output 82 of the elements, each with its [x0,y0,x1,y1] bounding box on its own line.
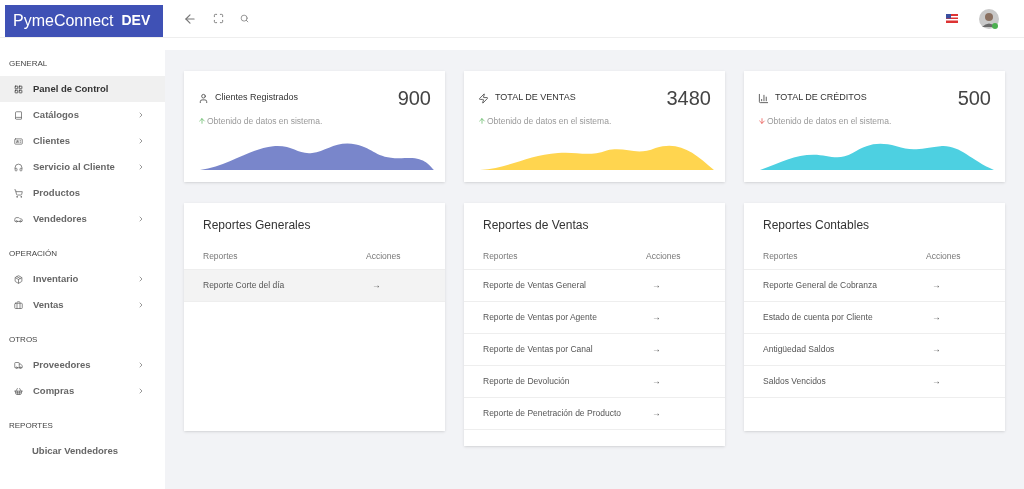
box-icon [14,274,23,284]
user-icon [198,92,209,104]
sidebar-item[interactable]: Inventario [0,266,165,292]
search-icon[interactable] [240,14,249,23]
sidebar-item[interactable]: Ventas [0,292,165,318]
section-heading: OTROS [8,334,39,346]
table-row[interactable]: Estado de cuenta por Cliente → [744,301,1005,334]
cart-icon [14,188,23,198]
back-icon[interactable] [183,11,197,26]
sidebar-item[interactable]: Proveedores [0,352,165,378]
column-header: Reportes [763,250,799,263]
action-link[interactable]: → [646,406,706,420]
stat-value: 3480 [666,86,711,111]
headphones-icon [14,162,23,172]
column-header: Acciones [366,250,402,263]
section-heading: GENERAL [8,58,49,70]
report-name: Reporte General de Cobranza [763,278,878,292]
sidebar-item[interactable]: Catálogos [0,102,165,128]
grid-icon [14,84,23,94]
card-title: Reportes Contables [762,217,871,234]
action-link[interactable]: → [926,310,986,324]
stat-title: Clientes Registrados [215,91,299,105]
sidebar-item[interactable]: Servicio al Cliente [0,154,165,180]
action-link[interactable]: → [926,374,986,388]
sidebar-item[interactable]: Ubicar Vendedores [0,438,165,464]
stat-value: 900 [397,86,431,111]
table-row[interactable]: Reporte Corte del día → [184,269,445,302]
report-name: Reporte de Ventas General [483,278,587,292]
table-row[interactable]: Reporte General de Cobranza → [744,269,1005,302]
sidebar-item[interactable]: Productos [0,180,165,206]
stat-note: Obtenido de datos en sistema. [207,115,323,128]
report-name: Estado de cuenta por Cliente [763,310,874,324]
brand-logo[interactable]: PymeConnect DEV [5,4,163,37]
basket-icon [14,386,23,396]
action-link[interactable]: → [926,278,986,292]
table-row[interactable]: Reporte de Devolución → [464,365,725,398]
stat-note: Obtenido de datos en el sistema. [487,115,612,128]
action-link[interactable]: → [646,310,706,324]
book-icon [14,110,23,120]
sidebar-item[interactable]: Compras [0,378,165,404]
stat-note: Obtenido de datos en el sistema. [767,115,892,128]
flag-icon[interactable] [946,14,958,23]
avatar[interactable] [978,7,1000,30]
column-header: Acciones [646,250,682,263]
table-row[interactable]: Reporte de Ventas por Canal → [464,333,725,366]
stat-value: 500 [957,86,991,111]
stat-title: TOTAL DE VENTAS [495,91,576,105]
card-title: Reportes de Ventas [482,217,590,234]
table-row[interactable]: Reporte de Penetración de Producto → [464,397,725,430]
sidebar-item[interactable]: Clientes [0,128,165,154]
section-heading: REPORTES [8,420,54,432]
column-header: Reportes [203,250,239,263]
bar-chart-icon [758,92,769,104]
report-name: Reporte de Ventas por Canal [483,342,594,356]
briefcase-icon [14,300,23,310]
action-link[interactable]: → [366,278,426,292]
table-row[interactable]: Reporte de Ventas por Agente → [464,301,725,334]
action-link[interactable]: → [646,374,706,388]
car-icon [14,214,23,224]
report-name: Reporte Corte del día [203,278,286,292]
sidebar-item[interactable]: Vendedores [0,206,165,232]
card-title: Reportes Generales [202,217,312,234]
report-name: Reporte de Ventas por Agente [483,310,598,324]
id-card-icon [14,136,23,146]
stat-title: TOTAL DE CRÉDITOS [775,91,867,105]
report-name: Antigüedad Saldos [763,342,836,356]
report-name: Reporte de Devolución [483,374,571,388]
table-row[interactable]: Reporte de Ventas General → [464,269,725,302]
sidebar-item[interactable]: Panel de Control [0,76,165,102]
fullscreen-icon[interactable] [213,13,224,24]
lightning-icon [478,92,489,104]
table-row[interactable]: Saldos Vencidos → [744,365,1005,398]
action-link[interactable]: → [646,278,706,292]
action-link[interactable]: → [646,342,706,356]
column-header: Reportes [483,250,519,263]
truck-icon [14,360,23,370]
report-name: Saldos Vencidos [763,374,827,388]
action-link[interactable]: → [926,342,986,356]
report-name: Reporte de Penetración de Producto [483,406,622,420]
column-header: Acciones [926,250,962,263]
table-row[interactable]: Antigüedad Saldos → [744,333,1005,366]
section-heading: OPERACIÓN [8,248,58,260]
